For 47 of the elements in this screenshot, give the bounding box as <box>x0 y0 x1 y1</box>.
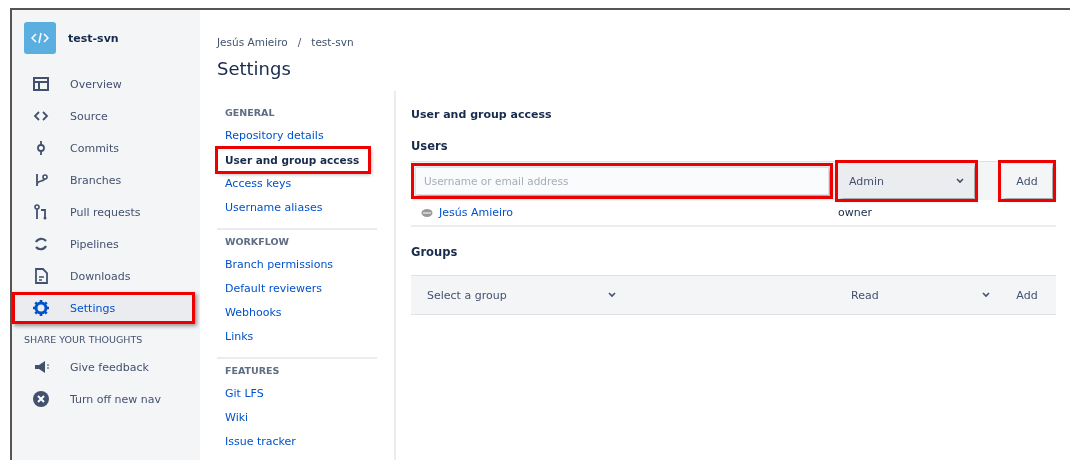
sidebar-item[interactable]: Settings <box>12 292 195 324</box>
settings-nav-link[interactable]: Issue tracker <box>217 430 377 454</box>
sidebar-item[interactable]: Give feedback <box>12 351 172 383</box>
nav-section-heading: FEATURES <box>224 365 281 376</box>
settings-nav-link[interactable]: Branch permissions <box>217 253 377 277</box>
chevron-down-icon <box>608 292 616 298</box>
sidebar-item[interactable]: Branches <box>12 164 172 196</box>
sidebar-item[interactable]: Commits <box>12 132 172 164</box>
repository-name[interactable]: test-svn <box>68 31 119 45</box>
settings-nav-link[interactable]: User and group access <box>217 148 370 172</box>
avatar-icon <box>421 207 433 218</box>
overview-icon <box>32 75 50 93</box>
code-icon <box>31 32 49 44</box>
settings-nav-link[interactable]: Webhooks <box>217 301 377 325</box>
groups-heading: Groups <box>411 245 459 259</box>
settings-nav-link[interactable]: Links <box>217 325 377 349</box>
settings-nav-link[interactable]: Wiki <box>217 406 377 430</box>
sidebar-item[interactable]: Pull requests <box>12 196 172 228</box>
sidebar-item[interactable]: Turn off new nav <box>12 383 172 415</box>
breadcrumb-separator: / <box>297 36 302 48</box>
chevron-down-icon <box>956 178 964 184</box>
user-link[interactable]: Jesús Amieiro <box>439 206 514 219</box>
role-text: owner <box>838 206 873 219</box>
settings-nav-link[interactable]: Default reviewers <box>217 277 377 301</box>
settings-icon <box>32 299 50 317</box>
close-icon <box>32 390 50 408</box>
sidebar-item[interactable]: Source <box>12 100 172 132</box>
pipelines-icon <box>32 235 50 253</box>
group-dropdown[interactable]: Select a group <box>411 276 836 314</box>
settings-nav-link[interactable]: Repository details <box>217 124 377 148</box>
downloads-icon <box>32 267 50 285</box>
nav-section-heading: GENERAL <box>224 107 276 118</box>
breadcrumb-link[interactable]: Jesús Amieiro <box>217 36 288 48</box>
page-title: Settings <box>217 58 292 79</box>
nav-section-heading: WORKFLOW <box>224 236 290 247</box>
settings-nav-link[interactable]: Git LFS <box>217 382 377 406</box>
section-heading: SHARE YOUR THOUGHTS <box>23 333 144 347</box>
sidebar-item[interactable]: Pipelines <box>12 228 172 260</box>
settings-nav-link[interactable]: Username aliases <box>217 196 377 220</box>
feedback-icon <box>32 358 50 376</box>
chevron-down-icon <box>982 292 990 298</box>
sidebar-item[interactable]: Overview <box>12 68 172 100</box>
users-heading: Users <box>411 139 449 153</box>
breadcrumb-link[interactable]: test-svn <box>311 36 354 48</box>
settings-nav-link[interactable]: Access keys <box>217 172 377 196</box>
section-title: User and group access <box>411 108 553 121</box>
sidebar-item[interactable]: Downloads <box>12 260 172 292</box>
